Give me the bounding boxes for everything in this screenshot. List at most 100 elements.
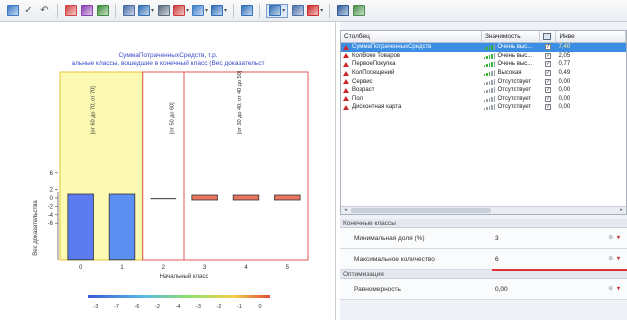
table-row[interactable]: Возраст Отсутствует ✓ 0,00 — [341, 86, 626, 95]
signal-bars-icon — [483, 52, 496, 59]
dropdown-caret-icon[interactable]: ▾ — [320, 8, 323, 14]
scrollbar-thumb[interactable] — [351, 208, 491, 213]
scroll-right-icon[interactable]: ▸ — [617, 207, 626, 214]
validation-underline — [492, 269, 627, 271]
table-row[interactable]: Пол Отсутствует ✓ 0,00 — [341, 95, 626, 104]
include-checkbox[interactable]: ✓ — [545, 104, 552, 111]
uniformity-value: 0,00 — [495, 285, 508, 293]
column-name: КолВоке Товаров — [352, 52, 401, 59]
dock-button[interactable] — [291, 4, 304, 18]
range-label: [от 50 до 60] — [169, 102, 175, 134]
uniformity-label: Равномерность — [354, 285, 401, 293]
spinner-icon[interactable]: ⊕ ▾ — [608, 234, 621, 241]
marker-button[interactable]: ▾ — [307, 4, 323, 18]
table-button[interactable] — [122, 4, 135, 18]
spinner-icon[interactable]: ⊕ ▾ — [608, 285, 621, 292]
column-header-info[interactable]: Инве — [556, 31, 626, 42]
colorbar-tick-label: -6 — [135, 304, 140, 310]
max-count-field[interactable]: 6 ⊕ ▾ — [492, 249, 627, 271]
bar-2 — [150, 198, 177, 200]
include-cell: ✓ — [540, 95, 557, 104]
area-chart-button[interactable]: ▾ — [192, 4, 208, 18]
uniformity-field[interactable]: 0,00 ⊕ ▾ — [492, 279, 627, 299]
signal-bars-icon — [483, 70, 496, 77]
column-name: Сервис — [352, 78, 373, 85]
signal-bars-icon — [483, 104, 496, 111]
dropdown-caret-icon[interactable]: ▾ — [224, 8, 227, 14]
column-header-name[interactable]: Столбец — [341, 31, 482, 42]
region-frame — [183, 71, 309, 261]
tabs-button[interactable]: ▾ — [266, 3, 289, 18]
importance-cell: Отсутствует — [482, 77, 540, 86]
column-header-importance[interactable]: Значимость — [482, 31, 540, 42]
area-chart-icon — [192, 5, 205, 16]
include-checkbox[interactable]: ✓ — [545, 78, 552, 85]
max-count-row: Максимальное количество 6 ⊕ ▾ — [340, 249, 627, 271]
column-header-include[interactable] — [540, 31, 557, 42]
table-row[interactable]: ПервоеПокупка Очень выс... ✓ 0,77 — [341, 60, 626, 69]
range-label: [от 60 до 70; от 70] — [91, 86, 97, 134]
save-button[interactable] — [336, 4, 349, 18]
undo-icon: ↶ — [40, 4, 49, 16]
include-cell: ✓ — [540, 77, 557, 86]
scroll-left-icon[interactable]: ◂ — [341, 207, 350, 214]
include-checkbox[interactable]: ✓ — [545, 44, 552, 51]
include-checkbox[interactable]: ✓ — [545, 87, 552, 94]
undo-button[interactable]: ↶ — [38, 4, 51, 18]
importance-cell: Отсутствует — [482, 95, 540, 104]
dropdown-caret-icon[interactable]: ▾ — [282, 8, 285, 14]
importance-cell: Высокая — [482, 69, 540, 78]
line-chart-button[interactable]: ▾ — [211, 4, 227, 18]
filter-button[interactable] — [64, 4, 77, 18]
target-button[interactable] — [80, 4, 93, 18]
column-name-cell: Дисконтная карта — [341, 103, 482, 112]
table-row[interactable]: Дисконтная карта Отсутствует ✓ 0,00 — [341, 103, 626, 112]
settings-button[interactable] — [352, 4, 365, 18]
importance-cell: Очень выс... — [482, 60, 540, 69]
colorbar-tick-label: -2 — [217, 304, 222, 310]
info-value: 0,77 — [558, 61, 571, 68]
dropdown-caret-icon[interactable]: ▾ — [186, 8, 189, 14]
chart-button[interactable] — [6, 4, 19, 18]
include-checkbox[interactable]: ✓ — [545, 52, 552, 59]
grid-button[interactable] — [157, 4, 170, 18]
chart-panel: 6 2 0 -2 -4 -6 Вес доказательства [от 60 до 70;… — [0, 22, 336, 320]
min-share-field[interactable]: 3 ⊕ ▾ — [492, 228, 627, 248]
importance-value: Высокая — [497, 70, 522, 77]
network-button[interactable] — [96, 4, 109, 18]
dropdown-caret-icon[interactable]: ▾ — [205, 8, 208, 14]
signal-bars-icon — [483, 95, 496, 102]
importance-value: Очень выс... — [497, 52, 533, 59]
include-cell: ✓ — [540, 60, 557, 69]
colorbar-tick-label: -2 — [155, 304, 160, 310]
include-checkbox[interactable]: ✓ — [545, 61, 552, 68]
layout-button[interactable]: ▾ — [138, 4, 154, 18]
column-name: Возраст — [352, 87, 375, 94]
column-name-cell: Сервис — [341, 77, 482, 86]
window-icon — [240, 5, 253, 16]
table-row[interactable]: КолПосещений Высокая ✓ 0,49 — [341, 69, 626, 78]
layout-icon — [138, 5, 150, 16]
table-row[interactable]: КолВоке Товаров Очень выс... ✓ 2,05 — [341, 52, 626, 61]
horizontal-scrollbar[interactable]: ◂ ▸ — [341, 206, 626, 214]
table-row[interactable]: СуммаПотраченныхСредств Очень выс... ✓ 7,40 — [341, 43, 626, 52]
dropdown-caret-icon[interactable]: ▾ — [151, 8, 154, 14]
min-share-row: Минимальная доля (%) 3 ⊕ ▾ — [340, 228, 627, 249]
bar-1 — [108, 193, 136, 261]
range-label: [от 30 до 40; от 40 до 50] — [237, 70, 243, 134]
colorbar-tick-label: -3 — [94, 304, 99, 310]
section-final-classes: Конечные классы — [340, 219, 627, 228]
chart-icon — [6, 5, 19, 16]
check-button[interactable]: ✓ — [22, 4, 35, 18]
include-cell: ✓ — [540, 43, 557, 52]
include-checkbox[interactable]: ✓ — [545, 70, 552, 77]
window-button[interactable] — [240, 4, 253, 18]
table-row[interactable]: Сервис Отсутствует ✓ 0,00 — [341, 77, 626, 86]
column-name-cell: ПервоеПокупка — [341, 60, 482, 69]
bar-chart-button[interactable]: ▾ — [173, 4, 189, 18]
colorbar-tick-label: 0 — [258, 304, 261, 310]
info-value: 7,40 — [558, 44, 571, 51]
spinner-icon[interactable]: ⊕ ▾ — [608, 255, 621, 262]
section-optimization: Оптимизация — [340, 270, 627, 279]
include-checkbox[interactable]: ✓ — [545, 95, 552, 102]
